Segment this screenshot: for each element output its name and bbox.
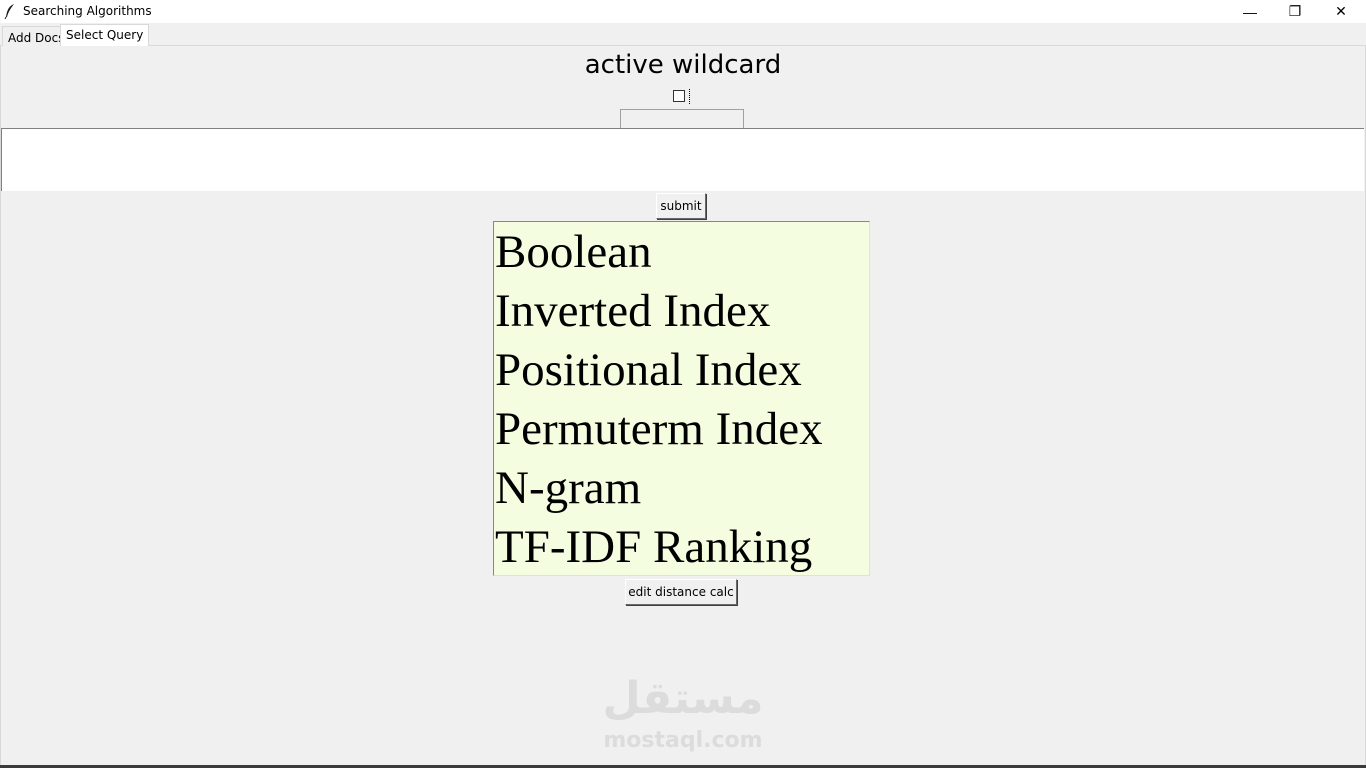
window-title: Searching Algorithms [23, 4, 152, 18]
title-bar[interactable]: Searching Algorithms — ❐ ✕ [0, 0, 1366, 23]
list-item-inverted-index[interactable]: Inverted Index [494, 282, 869, 341]
edit-distance-button[interactable]: edit distance calc [625, 579, 737, 605]
restore-icon: ❐ [1288, 3, 1302, 19]
close-icon: ✕ [1335, 3, 1347, 19]
list-item-permuterm-index[interactable]: Permuterm Index [494, 400, 869, 459]
minimize-icon: — [1243, 3, 1257, 20]
list-item-tf-idf-ranking[interactable]: TF-IDF Ranking [494, 518, 869, 575]
wildcard-heading: active wildcard [584, 50, 782, 80]
minimize-button[interactable]: — [1227, 0, 1273, 23]
list-item-n-gram[interactable]: N-gram [494, 459, 869, 518]
submit-button[interactable]: submit [656, 193, 706, 219]
close-button[interactable]: ✕ [1318, 0, 1364, 23]
checkbox-focus-indicator [689, 89, 691, 104]
wildcard-entry[interactable] [620, 109, 744, 128]
tab-select-query[interactable]: Select Query [60, 24, 150, 46]
algorithm-listbox[interactable]: Boolean Inverted Index Positional Index … [493, 221, 870, 576]
watermark-latin: mostaql.com [603, 728, 763, 753]
query-text-area[interactable] [1, 128, 1364, 191]
restore-button[interactable]: ❐ [1272, 0, 1318, 23]
list-item-boolean[interactable]: Boolean [494, 223, 869, 282]
wildcard-checkbox[interactable] [673, 90, 685, 102]
feather-icon [4, 4, 14, 19]
list-item-positional-index[interactable]: Positional Index [494, 341, 869, 400]
app-window: Searching Algorithms — ❐ ✕ Add Docs Sele… [0, 0, 1366, 768]
watermark-arabic: مستقل [602, 673, 764, 724]
watermark: مستقل mostaql.com [600, 670, 766, 754]
